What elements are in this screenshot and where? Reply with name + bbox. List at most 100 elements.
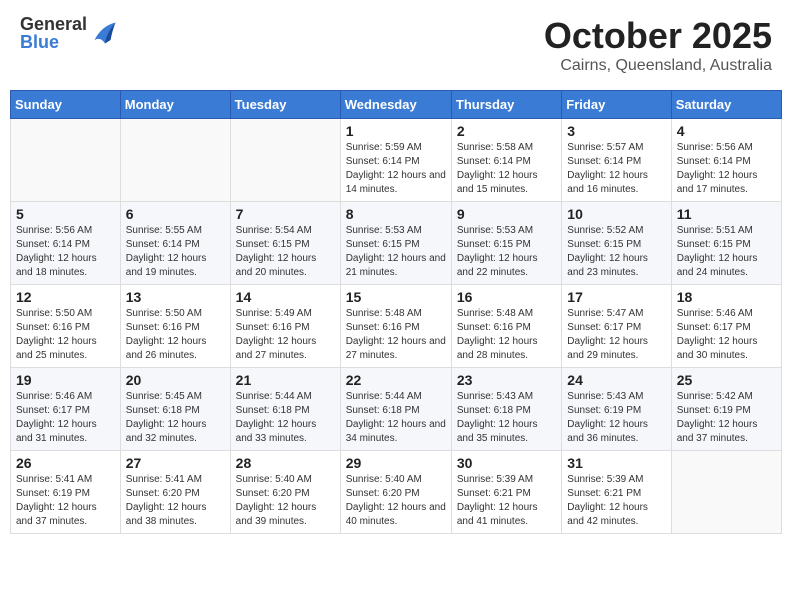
day-info: Sunrise: 5:46 AM Sunset: 6:17 PM Dayligh… (677, 307, 776, 363)
day-info: Sunrise: 5:45 AM Sunset: 6:18 PM Dayligh… (126, 390, 225, 446)
day-number: 24 (567, 372, 665, 388)
day-number: 4 (677, 123, 776, 139)
calendar-cell: 29Sunrise: 5:40 AM Sunset: 6:20 PM Dayli… (340, 451, 451, 534)
day-info: Sunrise: 5:53 AM Sunset: 6:15 PM Dayligh… (346, 224, 446, 280)
day-info: Sunrise: 5:40 AM Sunset: 6:20 PM Dayligh… (236, 473, 335, 529)
logo: General Blue (20, 15, 119, 51)
calendar-week-row: 5 Sunrise: 5:56 AM Sunset: 6:14 PM Daylig… (11, 202, 782, 285)
day-info: Sunrise: 5:56 AM Sunset: 6:14 PM Dayligh… (677, 141, 776, 197)
day-info: Sunrise: 5:41 AM Sunset: 6:19 PM Dayligh… (16, 473, 115, 529)
day-number: 6 (126, 206, 225, 222)
day-number: 28 (236, 455, 335, 471)
day-number: 18 (677, 289, 776, 305)
day-number: 12 (16, 289, 115, 305)
day-number: 31 (567, 455, 665, 471)
calendar-cell: 7Sunrise: 5:54 AM Sunset: 6:15 PM Daylig… (230, 202, 340, 285)
calendar-cell: 10 Sunrise: 5:52 AM Sunset: 6:15 PM Dayli… (562, 202, 671, 285)
calendar-cell (671, 451, 781, 534)
day-number: 26 (16, 455, 115, 471)
calendar-cell: 28 Sunrise: 5:40 AM Sunset: 6:20 PM Dayli… (230, 451, 340, 534)
day-info: Sunrise: 5:50 AM Sunset: 6:16 PM Dayligh… (16, 307, 115, 363)
day-number: 27 (126, 455, 225, 471)
title-section: October 2025 Cairns, Queensland, Austral… (544, 15, 772, 75)
day-number: 5 (16, 206, 115, 222)
calendar-cell: 19 Sunrise: 5:46 AM Sunset: 6:17 PM Dayli… (11, 368, 121, 451)
calendar-header: SundayMondayTuesdayWednesdayThursdayFrid… (11, 91, 782, 119)
month-title: October 2025 (544, 15, 772, 57)
calendar-cell: 20Sunrise: 5:45 AM Sunset: 6:18 PM Dayli… (120, 368, 230, 451)
calendar-cell: 15 Sunrise: 5:48 AM Sunset: 6:16 PM Dayli… (340, 285, 451, 368)
day-number: 9 (457, 206, 556, 222)
day-info: Sunrise: 5:48 AM Sunset: 6:16 PM Dayligh… (346, 307, 446, 363)
weekday-header-row: SundayMondayTuesdayWednesdayThursdayFrid… (11, 91, 782, 119)
calendar-cell: 16Sunrise: 5:48 AM Sunset: 6:16 PM Dayli… (451, 285, 561, 368)
day-info: Sunrise: 5:42 AM Sunset: 6:19 PM Dayligh… (677, 390, 776, 446)
calendar-body: 1Sunrise: 5:59 AM Sunset: 6:14 PM Daylig… (11, 119, 782, 534)
day-info: Sunrise: 5:47 AM Sunset: 6:17 PM Dayligh… (567, 307, 665, 363)
calendar-week-row: 26 Sunrise: 5:41 AM Sunset: 6:19 PM Dayli… (11, 451, 782, 534)
logo-text: General Blue (20, 15, 87, 51)
day-info: Sunrise: 5:50 AM Sunset: 6:16 PM Dayligh… (126, 307, 225, 363)
day-info: Sunrise: 5:43 AM Sunset: 6:18 PM Dayligh… (457, 390, 556, 446)
weekday-header-saturday: Saturday (671, 91, 781, 119)
calendar-cell: 13 Sunrise: 5:50 AM Sunset: 6:16 PM Dayli… (120, 285, 230, 368)
day-number: 8 (346, 206, 446, 222)
calendar-cell (11, 119, 121, 202)
day-info: Sunrise: 5:53 AM Sunset: 6:15 PM Dayligh… (457, 224, 556, 280)
calendar-cell: 24 Sunrise: 5:43 AM Sunset: 6:19 PM Dayli… (562, 368, 671, 451)
calendar-cell: 3 Sunrise: 5:57 AM Sunset: 6:14 PM Daylig… (562, 119, 671, 202)
weekday-header-tuesday: Tuesday (230, 91, 340, 119)
day-number: 23 (457, 372, 556, 388)
day-info: Sunrise: 5:44 AM Sunset: 6:18 PM Dayligh… (236, 390, 335, 446)
calendar-cell: 27 Sunrise: 5:41 AM Sunset: 6:20 PM Dayli… (120, 451, 230, 534)
day-info: Sunrise: 5:41 AM Sunset: 6:20 PM Dayligh… (126, 473, 225, 529)
calendar-cell: 31Sunrise: 5:39 AM Sunset: 6:21 PM Dayli… (562, 451, 671, 534)
weekday-header-sunday: Sunday (11, 91, 121, 119)
day-number: 2 (457, 123, 556, 139)
day-number: 10 (567, 206, 665, 222)
day-number: 11 (677, 206, 776, 222)
calendar-cell: 17 Sunrise: 5:47 AM Sunset: 6:17 PM Dayli… (562, 285, 671, 368)
weekday-header-wednesday: Wednesday (340, 91, 451, 119)
day-info: Sunrise: 5:44 AM Sunset: 6:18 PM Dayligh… (346, 390, 446, 446)
calendar-cell: 9 Sunrise: 5:53 AM Sunset: 6:15 PM Daylig… (451, 202, 561, 285)
day-info: Sunrise: 5:43 AM Sunset: 6:19 PM Dayligh… (567, 390, 665, 446)
calendar-cell: 5 Sunrise: 5:56 AM Sunset: 6:14 PM Daylig… (11, 202, 121, 285)
day-number: 7 (236, 206, 335, 222)
day-info: Sunrise: 5:57 AM Sunset: 6:14 PM Dayligh… (567, 141, 665, 197)
calendar-cell: 25 Sunrise: 5:42 AM Sunset: 6:19 PM Dayli… (671, 368, 781, 451)
day-number: 13 (126, 289, 225, 305)
location: Cairns, Queensland, Australia (544, 57, 772, 75)
day-number: 15 (346, 289, 446, 305)
logo-blue: Blue (20, 33, 87, 51)
calendar-cell: 18 Sunrise: 5:46 AM Sunset: 6:17 PM Dayli… (671, 285, 781, 368)
day-number: 19 (16, 372, 115, 388)
day-number: 25 (677, 372, 776, 388)
calendar-cell: 23 Sunrise: 5:43 AM Sunset: 6:18 PM Dayli… (451, 368, 561, 451)
calendar-cell: 2 Sunrise: 5:58 AM Sunset: 6:14 PM Daylig… (451, 119, 561, 202)
calendar-cell: 21 Sunrise: 5:44 AM Sunset: 6:18 PM Dayli… (230, 368, 340, 451)
day-number: 17 (567, 289, 665, 305)
day-number: 1 (346, 123, 446, 139)
calendar-cell: 8 Sunrise: 5:53 AM Sunset: 6:15 PM Daylig… (340, 202, 451, 285)
day-number: 16 (457, 289, 556, 305)
day-info: Sunrise: 5:52 AM Sunset: 6:15 PM Dayligh… (567, 224, 665, 280)
calendar-week-row: 12 Sunrise: 5:50 AM Sunset: 6:16 PM Dayli… (11, 285, 782, 368)
weekday-header-monday: Monday (120, 91, 230, 119)
day-info: Sunrise: 5:40 AM Sunset: 6:20 PM Dayligh… (346, 473, 446, 529)
calendar-week-row: 19 Sunrise: 5:46 AM Sunset: 6:17 PM Dayli… (11, 368, 782, 451)
day-info: Sunrise: 5:49 AM Sunset: 6:16 PM Dayligh… (236, 307, 335, 363)
day-info: Sunrise: 5:55 AM Sunset: 6:14 PM Dayligh… (126, 224, 225, 280)
day-number: 3 (567, 123, 665, 139)
calendar-cell (230, 119, 340, 202)
day-info: Sunrise: 5:39 AM Sunset: 6:21 PM Dayligh… (457, 473, 556, 529)
weekday-header-thursday: Thursday (451, 91, 561, 119)
calendar-cell (120, 119, 230, 202)
day-info: Sunrise: 5:56 AM Sunset: 6:14 PM Dayligh… (16, 224, 115, 280)
day-info: Sunrise: 5:58 AM Sunset: 6:14 PM Dayligh… (457, 141, 556, 197)
calendar-cell: 22Sunrise: 5:44 AM Sunset: 6:18 PM Dayli… (340, 368, 451, 451)
calendar-week-row: 1Sunrise: 5:59 AM Sunset: 6:14 PM Daylig… (11, 119, 782, 202)
day-info: Sunrise: 5:46 AM Sunset: 6:17 PM Dayligh… (16, 390, 115, 446)
day-number: 21 (236, 372, 335, 388)
page-header: General Blue October 2025 Cairns, Queens… (10, 10, 782, 80)
